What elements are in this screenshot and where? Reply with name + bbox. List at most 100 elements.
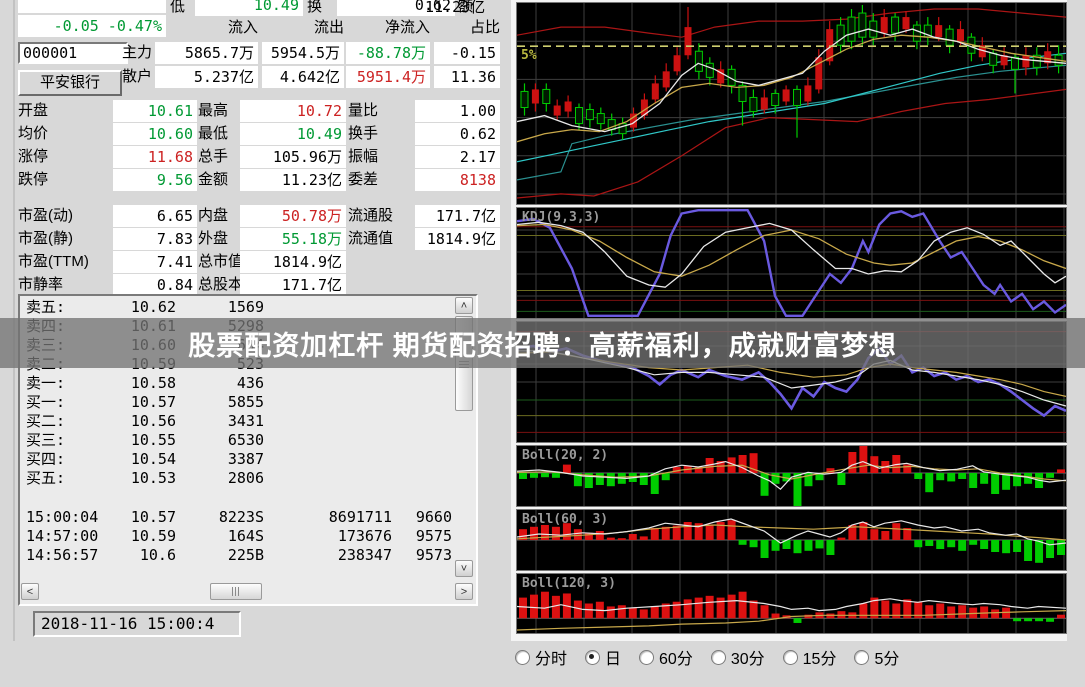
period-selector: 分时 日 60分 30分 15分 5分 (515, 644, 1067, 670)
ob-cell: 买三: (26, 431, 84, 450)
metric-value: 1.00 (415, 100, 500, 122)
radio-icon[interactable] (711, 650, 726, 665)
flow-value: 5951.4万 (346, 66, 430, 88)
scroll-up-button[interactable]: ˄ (455, 297, 473, 314)
period-label: 5分 (874, 645, 899, 669)
ob-cell: 买五: (26, 469, 84, 488)
change-display: -0.05 -0.47% (18, 15, 166, 37)
period-label: 分时 (535, 645, 567, 669)
period-option-5分[interactable]: 5分 (854, 645, 899, 669)
radio-icon[interactable] (515, 650, 530, 665)
stock-name-button[interactable]: 平安银行 (18, 70, 122, 96)
ob-cell: 3431 (176, 412, 264, 431)
ob-cell: 8223S (176, 508, 264, 527)
metric-value: 11.23亿 (240, 169, 346, 191)
ad-banner[interactable]: 股票配资加杠杆 期货配资招聘：高薪福利，成就财富梦想 (0, 318, 1085, 368)
buy-row: 买一:10.575855 (26, 393, 456, 412)
buy-row: 买五:10.532806 (26, 469, 456, 488)
threshold-label: 5% (521, 48, 537, 63)
metric-label: 涨停 (18, 146, 113, 168)
period-label: 日 (605, 645, 621, 669)
ad-banner-text: 股票配资加杠杆 期货配资招聘：高薪福利，成就财富梦想 (188, 324, 897, 363)
ob-cell: 10.59 (84, 527, 176, 546)
ob-cell: 买二: (26, 412, 84, 431)
ob-cell: 238347 (264, 546, 392, 565)
period-option-日[interactable]: 日 (585, 645, 621, 669)
buy-row: 买二:10.563431 (26, 412, 456, 431)
period-option-30分[interactable]: 30分 (711, 645, 765, 669)
metric-label: 流通值 (348, 228, 418, 250)
flow-header: 占比 (434, 17, 500, 39)
ob-cell: 10.56 (84, 412, 176, 431)
ob-cell: 5855 (176, 393, 264, 412)
metric-value: 50.78万 (240, 205, 346, 227)
buy-row: 买三:10.556530 (26, 431, 456, 450)
ob-cell: 164S (176, 527, 264, 546)
boll20-chart[interactable]: Boll(20, 2) (516, 445, 1067, 507)
ob-cell: 10.54 (84, 450, 176, 469)
field-label: 换 (307, 0, 322, 18)
metric-value: 10.49 (240, 123, 346, 145)
period-label: 30分 (731, 645, 765, 669)
ob-cell: 173676 (264, 527, 392, 546)
metric-label: 流通股 (348, 205, 418, 227)
ob-cell: 14:57:00 (26, 527, 84, 546)
radio-icon[interactable] (854, 650, 869, 665)
metric-value: 6.65 (113, 205, 197, 227)
metric-label: 均价 (18, 123, 113, 145)
scroll-left-button[interactable]: ˂ (21, 583, 39, 600)
ob-cell: 8691711 (264, 508, 392, 527)
main-chart-svg (517, 3, 1066, 204)
metric-value: 7.41 (113, 251, 197, 273)
ob-cell: 9575 (392, 527, 452, 546)
flow-header: 流入 (155, 17, 258, 39)
scroll-grip (232, 587, 240, 596)
kdj-chart[interactable]: KDJ(9,3,3) (516, 207, 1067, 319)
scroll-down-button[interactable]: ˅ (455, 560, 473, 577)
radio-icon[interactable] (639, 650, 654, 665)
period-label: 15分 (803, 645, 837, 669)
metric-value: 10.72 (240, 100, 346, 122)
radio-icon[interactable] (783, 650, 798, 665)
ob-cell: 卖一: (26, 374, 84, 393)
stock-code-input[interactable] (18, 42, 128, 64)
period-option-60分[interactable]: 60分 (639, 645, 693, 669)
metric-label: 换手 (348, 123, 418, 145)
ob-cell: 9660 (392, 508, 452, 527)
boll120-chart[interactable]: Boll(120, 3) (516, 573, 1067, 634)
flow-row-label: 主力 (122, 42, 152, 64)
flow-value: 11.36 (434, 66, 500, 88)
ob-cell: 6530 (176, 431, 264, 450)
datetime-display: 2018-11-16 15:00:4 (33, 611, 241, 637)
metric-label: 开盘 (18, 100, 113, 122)
boll60-chart[interactable]: Boll(60, 3) (516, 509, 1067, 571)
metric-value: 171.7亿 (415, 205, 500, 227)
metric-value: 55.18万 (240, 228, 346, 250)
metric-value: 2.17 (415, 146, 500, 168)
metric-label: 委差 (348, 169, 418, 191)
ob-cell: 买一: (26, 393, 84, 412)
ob-cell: 9573 (392, 546, 452, 565)
radio-icon[interactable] (585, 650, 600, 665)
ob-cell: 225B (176, 546, 264, 565)
metric-value: 10.60 (113, 123, 197, 145)
period-option-分时[interactable]: 分时 (515, 645, 567, 669)
ob-cell: 10.6 (84, 546, 176, 565)
flow-value: 5.237亿 (155, 66, 258, 88)
field-value: 11.23亿 (425, 0, 485, 18)
ob-cell: 10.53 (84, 469, 176, 488)
metric-label: 量比 (348, 100, 418, 122)
metric-label: 市盈(静) (18, 228, 113, 250)
metric-value: 105.96万 (240, 146, 346, 168)
scroll-right-button[interactable]: ˃ (455, 583, 473, 600)
metric-value: 0.84 (113, 274, 197, 296)
h-scroll-thumb[interactable] (210, 583, 262, 600)
flow-value: 5865.7万 (155, 42, 258, 64)
main-chart[interactable]: 5% (516, 2, 1067, 205)
metric-value: 8138 (415, 169, 500, 191)
buy-row: 买四:10.543387 (26, 450, 456, 469)
ob-cell: 10.57 (84, 393, 176, 412)
period-option-15分[interactable]: 15分 (783, 645, 837, 669)
tick-row: 15:00:0410.578223S86917119660 (26, 508, 456, 527)
metric-value: 7.83 (113, 228, 197, 250)
